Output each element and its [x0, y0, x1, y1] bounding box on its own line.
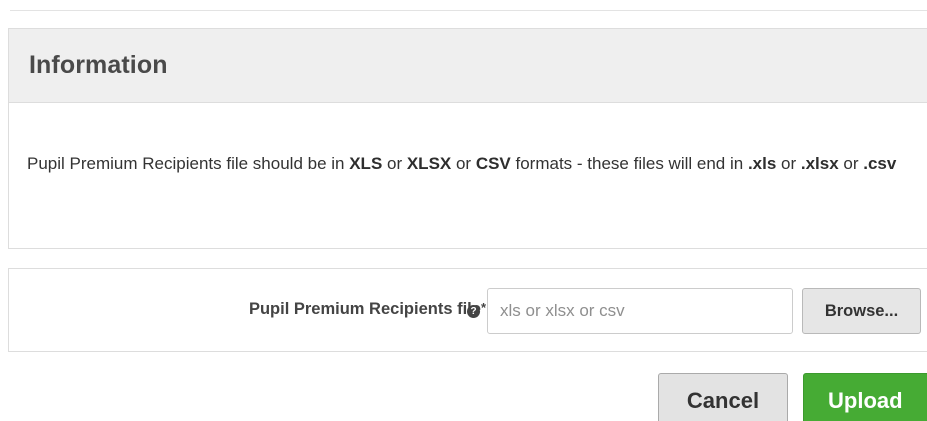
info-text-part: or — [382, 154, 407, 173]
info-text-part: formats - these files will end in — [510, 154, 748, 173]
info-text-part: or — [451, 154, 476, 173]
info-text-part: or — [838, 154, 864, 173]
page: Information Pupil Premium Recipients fil… — [0, 0, 927, 421]
information-panel: Information Pupil Premium Recipients fil… — [8, 28, 927, 249]
format-csv: CSV — [475, 154, 511, 173]
file-field-label: Pupil Premium Recipients file* — [249, 300, 486, 319]
upload-form-panel: Pupil Premium Recipients file* ? Browse.… — [8, 268, 927, 352]
question-circle-icon[interactable]: ? — [467, 305, 480, 318]
extension-xlsx: .xlsx — [800, 154, 839, 173]
file-path-input[interactable] — [487, 288, 793, 334]
format-xlsx: XLSX — [406, 154, 452, 173]
required-marker: * — [480, 300, 486, 315]
info-text-part: or — [776, 154, 801, 173]
top-divider — [10, 10, 927, 11]
browse-button[interactable]: Browse... — [802, 288, 921, 334]
cancel-button[interactable]: Cancel — [658, 373, 788, 421]
extension-csv: .csv — [863, 154, 897, 173]
format-xls: XLS — [349, 154, 383, 173]
information-text: Pupil Premium Recipients file should be … — [9, 103, 927, 179]
extension-xls: .xls — [747, 154, 777, 173]
information-header: Information — [9, 29, 927, 103]
information-title: Information — [29, 51, 168, 79]
upload-button[interactable]: Upload — [803, 373, 927, 421]
file-field-label-text: Pupil Premium Recipients file — [248, 300, 481, 318]
info-text-part: Pupil Premium Recipients file should be … — [27, 154, 350, 173]
